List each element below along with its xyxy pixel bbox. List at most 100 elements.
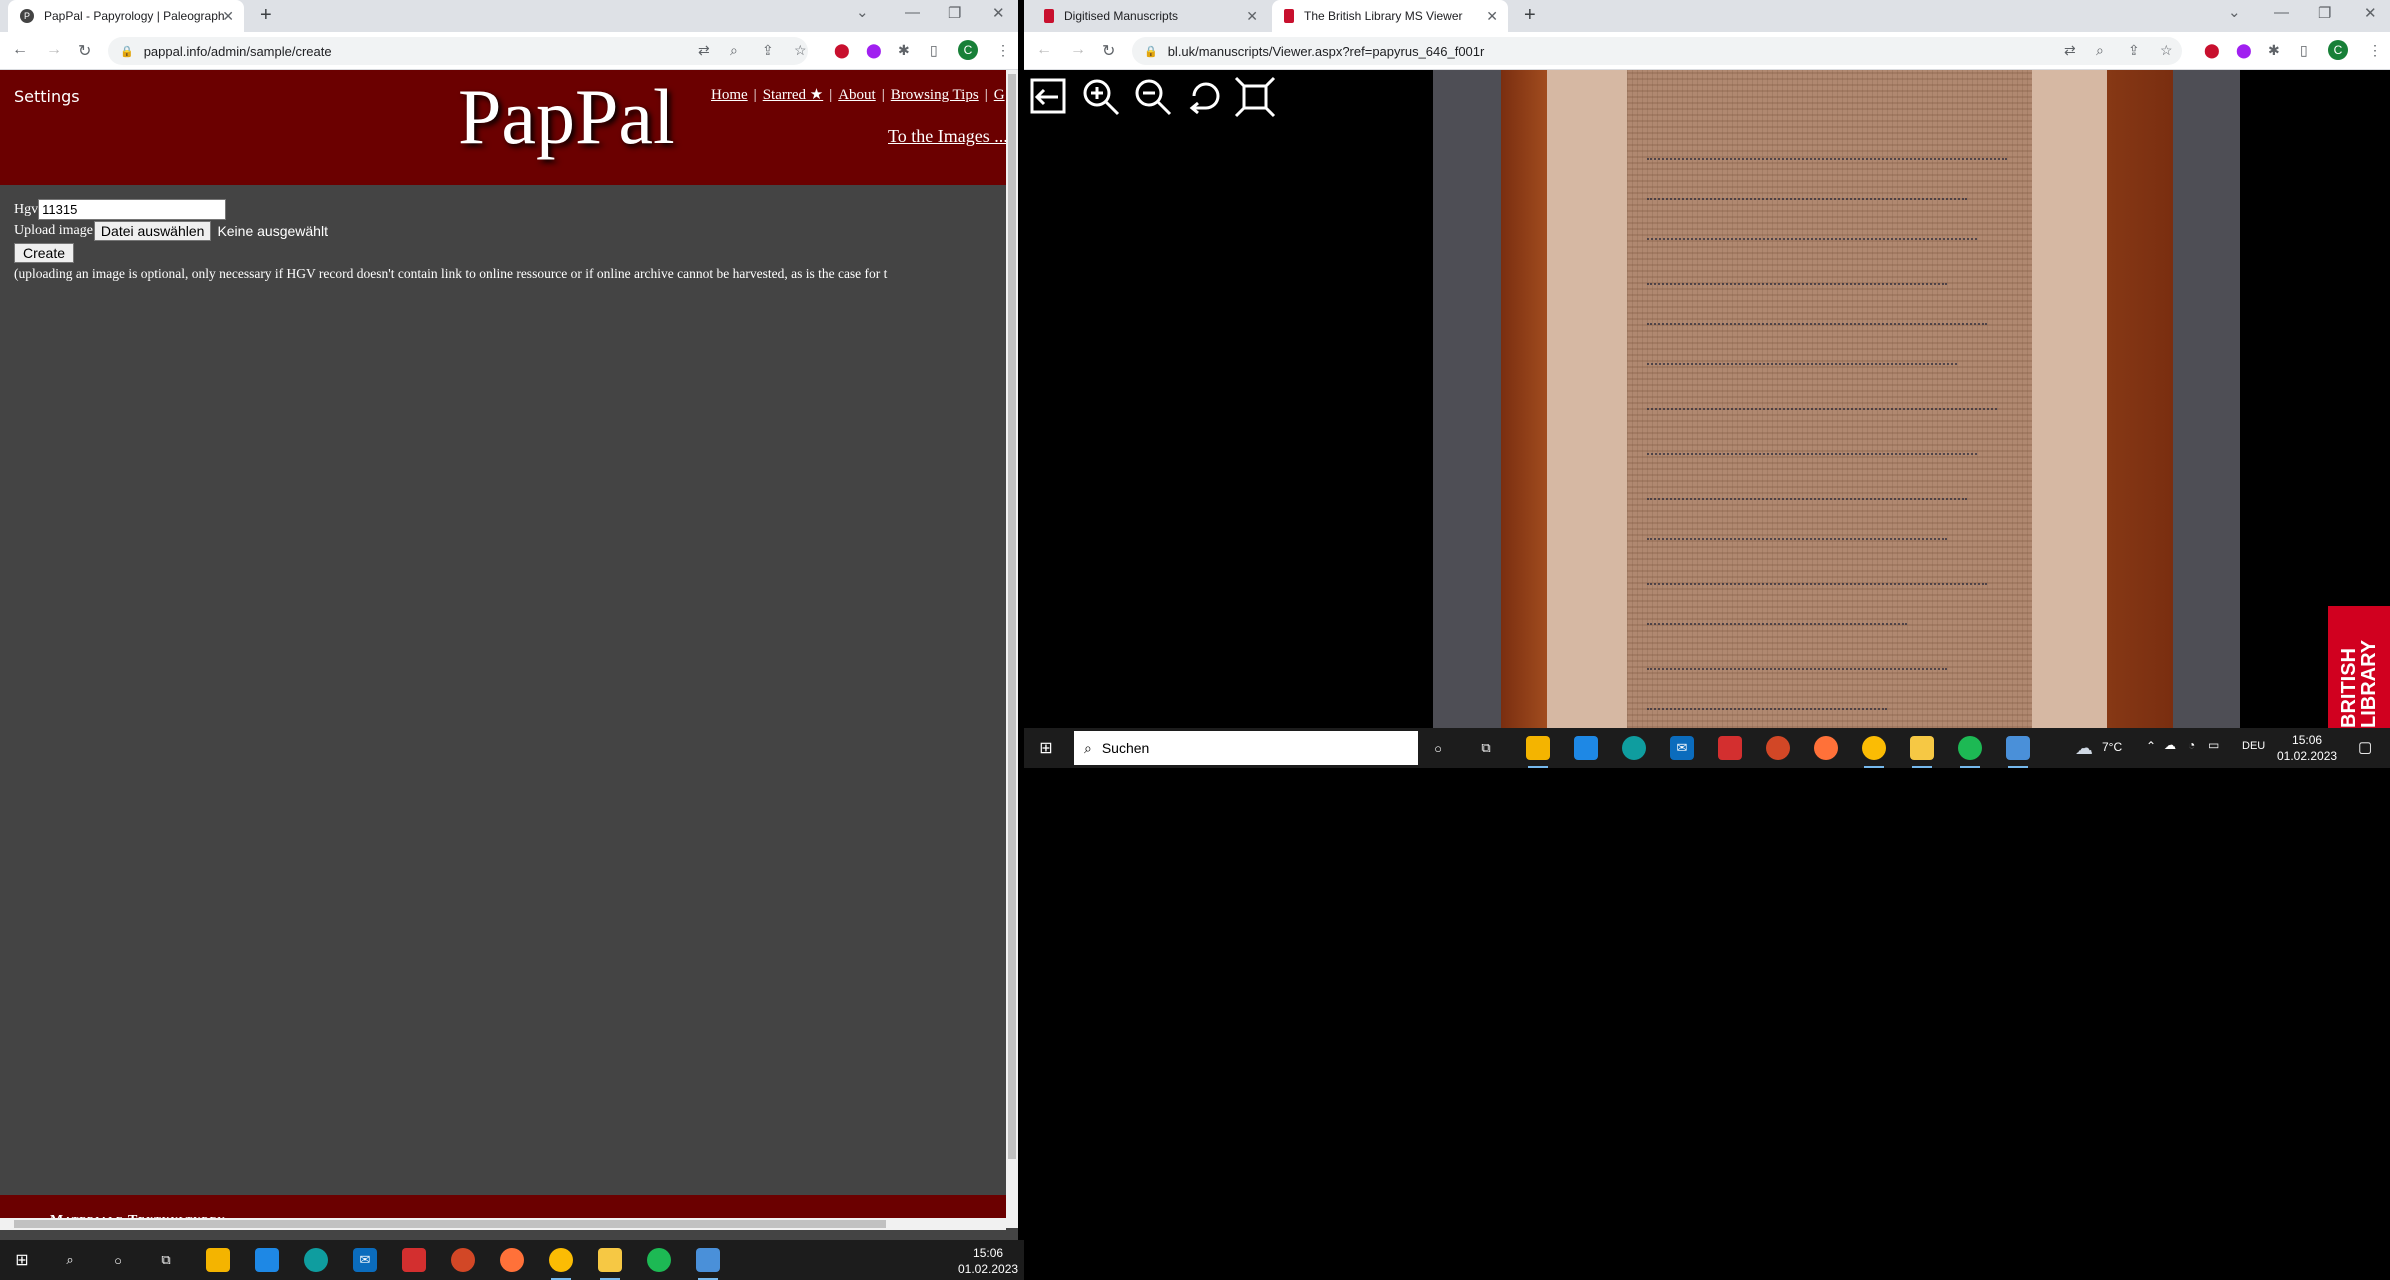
weather-temp[interactable]: 7°C bbox=[2102, 740, 2122, 754]
tab-digitised-manuscripts[interactable]: Digitised Manuscripts ✕ bbox=[1032, 0, 1268, 32]
close-window-icon[interactable]: ✕ bbox=[992, 4, 1005, 22]
back-icon[interactable]: ← bbox=[12, 41, 28, 59]
profile-avatar[interactable]: C bbox=[958, 40, 978, 60]
extension-purple-icon[interactable]: ⬤ bbox=[2236, 42, 2252, 59]
vertical-scroll-thumb[interactable] bbox=[1008, 74, 1016, 1159]
file-explorer-icon[interactable] bbox=[206, 1248, 230, 1272]
close-tab-icon[interactable]: ✕ bbox=[222, 8, 234, 25]
chrome-icon[interactable] bbox=[1862, 736, 1886, 768]
chrome-icon[interactable] bbox=[549, 1248, 573, 1280]
nav-starred[interactable]: Starred ★ bbox=[763, 87, 824, 103]
create-button[interactable]: Create bbox=[14, 243, 75, 263]
restore-icon[interactable]: ❐ bbox=[2318, 4, 2331, 22]
settings-link[interactable]: Settings bbox=[14, 87, 80, 106]
firefox-icon[interactable] bbox=[1814, 736, 1838, 760]
edge-icon[interactable] bbox=[1622, 736, 1646, 760]
show-hidden-icons-icon[interactable]: ⌃ bbox=[2146, 739, 2156, 753]
menu-kebab-icon[interactable]: ⋮ bbox=[996, 42, 1010, 59]
extensions-puzzle-icon[interactable]: ✱ bbox=[2268, 42, 2280, 59]
search-icon[interactable]: ⌕ bbox=[58, 1248, 82, 1272]
mail-icon[interactable]: ✉ bbox=[353, 1248, 377, 1272]
extensions-puzzle-icon[interactable]: ✱ bbox=[898, 42, 910, 59]
powerpoint-icon[interactable] bbox=[1766, 736, 1790, 760]
forward-icon[interactable]: → bbox=[46, 41, 62, 59]
new-tab-icon[interactable]: + bbox=[260, 4, 272, 27]
british-library-badge[interactable]: BRITISH LIBRARY bbox=[2328, 606, 2390, 728]
file-explorer-icon[interactable] bbox=[1526, 736, 1550, 768]
language-indicator[interactable]: DEU bbox=[2242, 740, 2265, 752]
pappal-logo[interactable]: PapPal bbox=[458, 72, 675, 162]
nav-about[interactable]: About bbox=[838, 87, 876, 103]
side-panel-icon[interactable]: ▯ bbox=[2300, 42, 2308, 59]
vertical-scrollbar[interactable] bbox=[1006, 70, 1018, 1228]
taskbar-search-box[interactable]: ⌕ Suchen bbox=[1074, 731, 1418, 765]
powerpoint-icon[interactable] bbox=[451, 1248, 475, 1272]
minimize-icon[interactable]: — bbox=[2274, 4, 2289, 21]
network-cloud-icon[interactable]: ☁ bbox=[2164, 738, 2176, 752]
manuscript-image[interactable] bbox=[1433, 70, 2240, 728]
share-icon[interactable]: ⇪ bbox=[2128, 42, 2140, 59]
acrobat-icon[interactable] bbox=[402, 1248, 426, 1272]
hgv-input[interactable] bbox=[38, 199, 227, 220]
notes-icon[interactable] bbox=[1910, 736, 1934, 768]
cortana-icon[interactable]: ○ bbox=[106, 1248, 130, 1272]
zoom-out-icon[interactable] bbox=[1132, 76, 1174, 118]
task-view-icon[interactable]: ⧉ bbox=[1474, 736, 1498, 760]
new-tab-icon[interactable]: + bbox=[1524, 4, 1536, 27]
side-panel-icon[interactable]: ▯ bbox=[930, 42, 938, 59]
notifications-icon[interactable]: ▢ bbox=[2358, 738, 2372, 756]
notes-icon[interactable] bbox=[598, 1248, 622, 1280]
zoom-icon[interactable]: ⌕ bbox=[2096, 42, 2104, 59]
rotate-icon[interactable] bbox=[1184, 76, 1226, 118]
photos-icon[interactable] bbox=[696, 1248, 720, 1280]
translate-icon[interactable]: ⇄ bbox=[698, 42, 710, 59]
close-tab-icon[interactable]: ✕ bbox=[1486, 8, 1498, 25]
profile-avatar[interactable]: C bbox=[2328, 40, 2348, 60]
bookmark-star-icon[interactable]: ☆ bbox=[2160, 42, 2173, 59]
extension-red-icon[interactable]: ⬤ bbox=[834, 42, 850, 59]
nav-home[interactable]: Home bbox=[711, 87, 748, 103]
close-window-icon[interactable]: ✕ bbox=[2364, 4, 2377, 22]
restore-icon[interactable]: ❐ bbox=[948, 4, 961, 22]
battery-icon[interactable]: ▭ bbox=[2208, 738, 2219, 752]
task-view-icon[interactable]: ⧉ bbox=[154, 1248, 178, 1272]
cortana-icon[interactable]: ○ bbox=[1426, 736, 1450, 760]
store-icon[interactable] bbox=[255, 1248, 279, 1272]
extension-red-icon[interactable]: ⬤ bbox=[2204, 42, 2220, 59]
windows-start-icon[interactable]: ⊞ bbox=[10, 1248, 34, 1272]
manuscript-viewer[interactable]: BRITISH LIBRARY bbox=[1024, 70, 2390, 728]
back-icon[interactable]: ← bbox=[1036, 41, 1052, 59]
minimize-icon[interactable]: — bbox=[905, 4, 920, 21]
zoom-in-icon[interactable] bbox=[1080, 76, 1122, 118]
spotify-icon[interactable] bbox=[647, 1248, 671, 1272]
tab-pappal[interactable]: P PapPal - Papyrology | Paleograph ✕ bbox=[8, 0, 244, 32]
firefox-icon[interactable] bbox=[500, 1248, 524, 1272]
store-icon[interactable] bbox=[1574, 736, 1598, 760]
share-icon[interactable]: ⇪ bbox=[762, 42, 774, 59]
bookmark-star-icon[interactable]: ☆ bbox=[794, 42, 807, 59]
forward-icon[interactable]: → bbox=[1070, 41, 1086, 59]
translate-icon[interactable]: ⇄ bbox=[2064, 42, 2076, 59]
left-clock[interactable]: 15:06 01.02.2023 bbox=[958, 1245, 1018, 1277]
fullscreen-icon[interactable] bbox=[1234, 76, 1276, 118]
acrobat-icon[interactable] bbox=[1718, 736, 1742, 760]
reload-icon[interactable]: ↻ bbox=[1102, 41, 1115, 61]
horizontal-scroll-thumb[interactable] bbox=[14, 1220, 886, 1228]
exit-viewer-icon[interactable] bbox=[1028, 76, 1070, 118]
address-bar[interactable]: 🔒 bl.uk/manuscripts/Viewer.aspx?ref=papy… bbox=[1132, 37, 2182, 65]
windows-start-icon[interactable]: ⊞ bbox=[1034, 736, 1058, 760]
right-clock[interactable]: 15:06 01.02.2023 bbox=[2277, 732, 2337, 764]
to-the-images-link[interactable]: To the Images ... bbox=[888, 126, 1008, 147]
photos-icon[interactable] bbox=[2006, 736, 2030, 768]
menu-kebab-icon[interactable]: ⋮ bbox=[2368, 42, 2382, 59]
edge-icon[interactable] bbox=[304, 1248, 328, 1272]
close-tab-icon[interactable]: ✕ bbox=[1246, 8, 1258, 25]
zoom-icon[interactable]: ⌕ bbox=[730, 42, 738, 59]
extension-purple-icon[interactable]: ⬤ bbox=[866, 42, 882, 59]
weather-cloud-icon[interactable]: ☁ bbox=[2072, 736, 2096, 760]
mail-icon[interactable]: ✉ bbox=[1670, 736, 1694, 760]
reload-icon[interactable]: ↻ bbox=[78, 41, 91, 61]
spotify-icon[interactable] bbox=[1958, 736, 1982, 768]
wifi-icon[interactable]: ◔ bbox=[2188, 738, 2195, 752]
tab-bl-ms-viewer[interactable]: The British Library MS Viewer ✕ bbox=[1272, 0, 1508, 32]
